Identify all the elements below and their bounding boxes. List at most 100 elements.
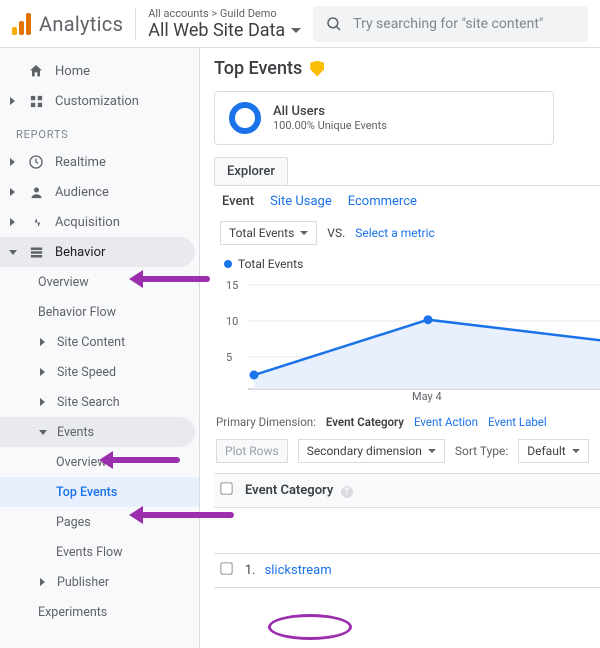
sidebar-item-realtime[interactable]: Realtime [0,147,199,177]
subtab-event[interactable]: Event [222,194,254,209]
event-category-link[interactable]: slickstream [265,563,332,578]
sidebar-item-label: Publisher [57,575,109,590]
chevron-down-icon [39,430,47,435]
sidebar-item-label: Behavior [55,245,105,260]
sidebar-item-acquisition[interactable]: Acquisition [0,207,199,237]
sidebar-item-label: Top Events [56,485,117,500]
chevron-right-icon [10,218,15,226]
subtab-ecommerce[interactable]: Ecommerce [348,194,417,209]
annotation-arrow [138,512,234,518]
y-tick: 10 [226,315,238,328]
sidebar-item-publisher[interactable]: Publisher [0,567,199,597]
search-icon [325,15,343,33]
caret-down-icon [300,231,308,235]
page-title: Top Events [214,58,302,79]
select-all-checkbox[interactable] [220,482,232,494]
home-icon [27,62,45,80]
pd-event-label[interactable]: Event Label [488,415,547,429]
sort-type-value: Default [527,444,565,458]
product-name: Analytics [39,12,123,36]
sidebar-item-audience[interactable]: Audience [0,177,199,207]
sidebar-item-behavior-overview[interactable]: Overview [0,267,199,297]
sidebar-item-experiments[interactable]: Experiments [0,597,199,627]
caret-down-icon [428,449,436,453]
select-all-cell [214,474,239,508]
primary-dimension-label: Primary Dimension: [216,415,316,429]
chevron-right-icon [40,398,45,406]
metric-dropdown[interactable]: Total Events [220,221,317,245]
sidebar-item-site-search[interactable]: Site Search [0,387,199,417]
sidebar-item-customization[interactable]: Customization [0,86,199,116]
sidebar-item-label: Realtime [55,155,106,170]
chevron-right-icon [10,158,15,166]
sidebar-item-label: Audience [55,185,109,200]
sidebar-item-label: Home [55,64,90,79]
sort-type-dropdown[interactable]: Default [518,439,588,463]
legend-dot-icon [224,260,232,268]
clock-icon [27,153,45,171]
main-content: Top Events All Users 100.00% Unique Even… [200,48,600,648]
pd-event-category[interactable]: Event Category [326,415,404,429]
table-row: 1. slickstream [214,554,600,588]
row-checkbox[interactable] [220,562,232,574]
sidebar-item-site-content[interactable]: Site Content [0,327,199,357]
sidebar-item-behavior[interactable]: Behavior [0,237,195,267]
select-metric-link[interactable]: Select a metric [355,226,435,240]
column-header-label: Event Category [245,483,333,498]
sidebar-item-events-flow[interactable]: Events Flow [0,537,199,567]
sidebar-item-label: Pages [56,515,91,530]
column-header-event-category[interactable]: Event Category ? [239,474,600,508]
sidebar-item-top-events[interactable]: Top Events [0,477,199,507]
chevron-right-icon [10,97,15,105]
chevron-down-icon [9,250,17,255]
secondary-dimension-label: Secondary dimension [307,444,422,458]
behavior-icon [27,243,45,261]
legend-label: Total Events [238,257,303,271]
help-icon[interactable]: ? [341,486,353,498]
segment-name: All Users [273,104,387,119]
sidebar-item-label: Customization [55,94,139,109]
search-input[interactable]: Try searching for "site content" [313,6,588,42]
sidebar-item-site-speed[interactable]: Site Speed [0,357,199,387]
caret-down-icon [291,28,301,33]
pd-event-action[interactable]: Event Action [414,415,478,429]
caret-down-icon [572,449,580,453]
y-tick: 5 [226,351,232,364]
annotation-arrow [138,276,210,282]
x-tick: May 4 [412,390,442,403]
sidebar-item-label: Experiments [38,605,107,620]
events-chart: 15 10 5 May 4 [222,277,600,401]
sidebar-item-label: Events [57,425,94,440]
secondary-dimension-dropdown[interactable]: Secondary dimension [298,439,445,463]
dashboard-icon [27,92,45,110]
sidebar-item-label: Acquisition [55,215,120,230]
chevron-right-icon [40,338,45,346]
tab-explorer[interactable]: Explorer [214,157,288,185]
plot-rows-button: Plot Rows [216,439,288,463]
donut-icon [229,102,261,134]
divider [135,8,136,40]
person-icon [27,183,45,201]
annotation-arrow [108,457,180,463]
chevron-right-icon [40,368,45,376]
sidebar-item-label: Behavior Flow [38,305,116,320]
product-logo: Analytics [12,12,123,36]
sidebar-item-behavior-flow[interactable]: Behavior Flow [0,297,199,327]
acquisition-icon [27,213,45,231]
row-number: 1. [245,563,255,578]
chevron-right-icon [10,188,15,196]
search-placeholder: Try searching for "site content" [353,16,543,32]
sort-type-label: Sort Type: [455,444,508,458]
sidebar-item-label: Events Flow [56,545,123,560]
account-view-selector[interactable]: All accounts > Guild Demo All Web Site D… [148,7,301,41]
chevron-right-icon [40,578,45,586]
segment-card[interactable]: All Users 100.00% Unique Events [214,91,554,145]
segment-detail: 100.00% Unique Events [273,119,387,132]
subtab-site-usage[interactable]: Site Usage [270,194,332,209]
shield-icon [310,61,324,77]
sidebar: Home Customization REPORTS Realtime Audi… [0,48,200,648]
sidebar-item-events[interactable]: Events [0,417,195,447]
sidebar-item-label: Overview [38,275,89,290]
view-name: All Web Site Data [148,20,285,41]
sidebar-item-home[interactable]: Home [0,56,199,86]
